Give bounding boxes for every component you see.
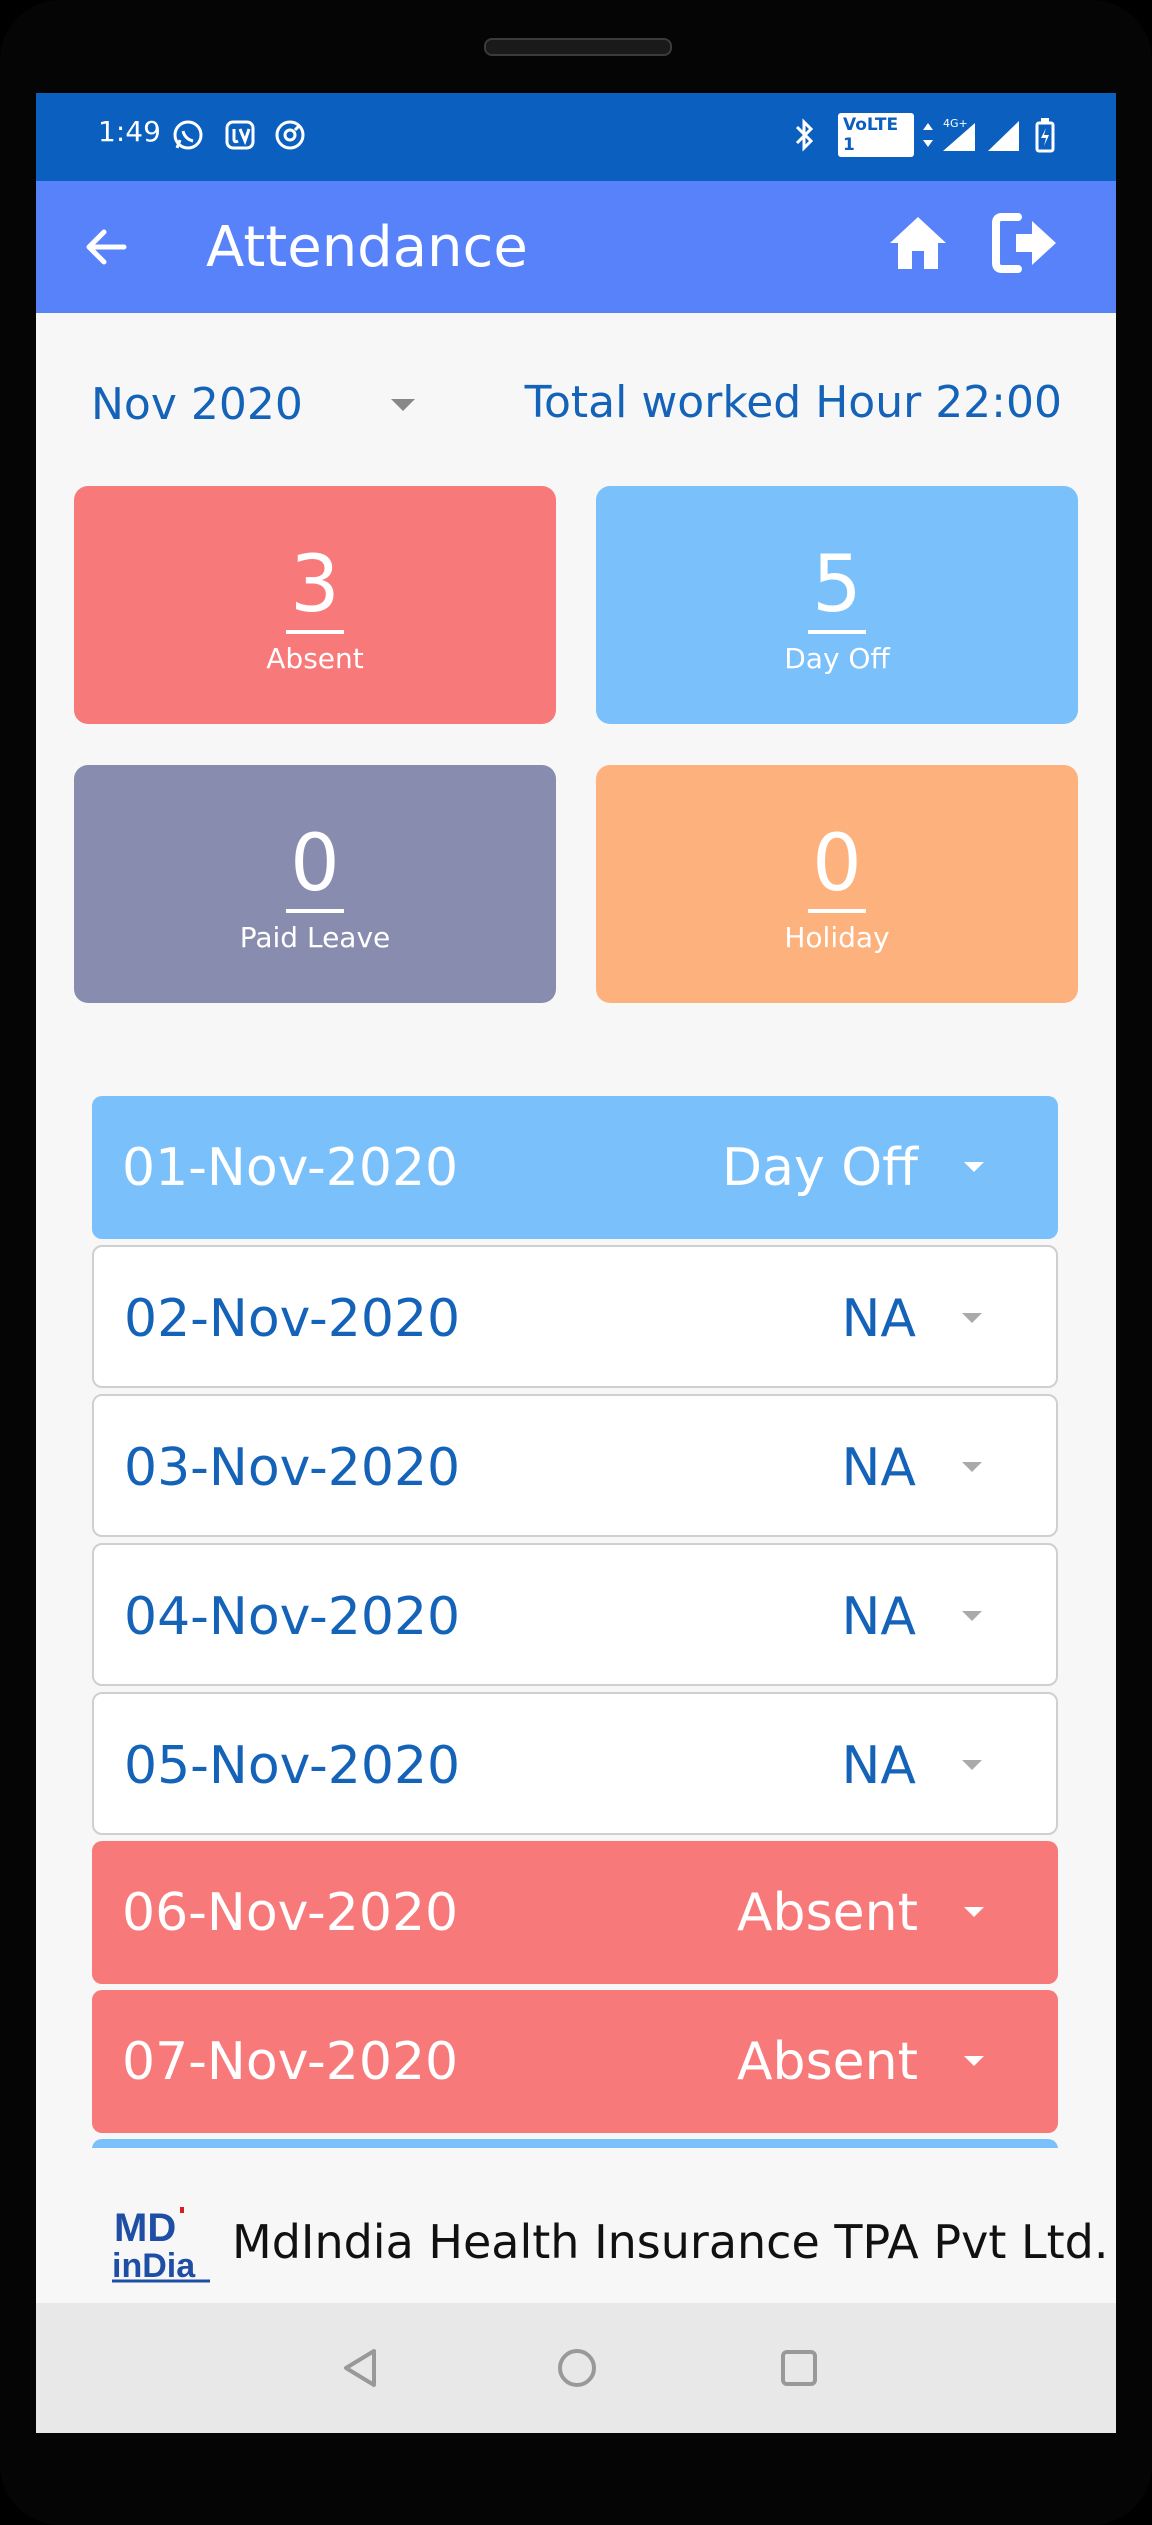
- row-status: NA: [841, 1736, 916, 1796]
- row-date: 04-Nov-2020: [124, 1587, 461, 1647]
- phone-speaker: [484, 38, 672, 56]
- bluetooth-icon: [788, 117, 822, 153]
- row-date: 05-Nov-2020: [124, 1736, 461, 1796]
- back-button[interactable]: [76, 217, 136, 277]
- chevron-down-icon[interactable]: [962, 1760, 982, 1770]
- home-icon: [890, 217, 946, 269]
- logout-icon: [992, 213, 1056, 273]
- chevron-down-icon: [391, 399, 415, 411]
- attendance-row[interactable]: 07-Nov-2020 Absent: [92, 1990, 1058, 2133]
- row-status: NA: [841, 1289, 916, 1349]
- nav-home-button[interactable]: [552, 2343, 602, 2393]
- signal-4g-icon: 4G+: [938, 117, 980, 153]
- system-nav-bar: [36, 2303, 1116, 2433]
- row-date: 06-Nov-2020: [122, 1883, 459, 1943]
- volte-label: VoLTE 1: [838, 113, 914, 157]
- holiday-count: 0: [596, 819, 1078, 913]
- logout-button[interactable]: [988, 207, 1060, 279]
- holiday-card[interactable]: 0 Holiday: [596, 765, 1078, 1003]
- nav-back-button[interactable]: [336, 2343, 386, 2393]
- row-status: NA: [841, 1438, 916, 1498]
- paid-leave-card[interactable]: 0 Paid Leave: [74, 765, 556, 1003]
- footer: MD inDia MdIndia Health Insurance TPA Pv…: [36, 2183, 1116, 2303]
- total-worked-hours: Total worked Hour 22:00: [524, 377, 1062, 428]
- attendance-row[interactable]: 05-Nov-2020 NA: [92, 1692, 1058, 1835]
- arrow-left-icon: [86, 229, 127, 265]
- paid-leave-count: 0: [74, 819, 556, 913]
- signal-icon: [984, 117, 1024, 153]
- row-status: NA: [841, 1587, 916, 1647]
- day-off-label: Day Off: [784, 642, 890, 675]
- row-status: Absent: [736, 1883, 918, 1943]
- month-value: Nov 2020: [91, 379, 303, 430]
- volte-badge: VoLTE 1: [838, 113, 914, 157]
- svg-text:MD: MD: [114, 2206, 176, 2250]
- app-bar: Attendance: [36, 181, 1116, 313]
- triangle-back-icon: [344, 2349, 376, 2387]
- chevron-down-icon[interactable]: [964, 1162, 984, 1172]
- chevron-down-icon[interactable]: [964, 2056, 984, 2066]
- paid-leave-label: Paid Leave: [239, 921, 391, 954]
- absent-card[interactable]: 3 Absent: [74, 486, 556, 724]
- chevron-down-icon[interactable]: [964, 1907, 984, 1917]
- attendance-row[interactable]: 06-Nov-2020 Absent: [92, 1841, 1058, 1984]
- attendance-row[interactable]: 03-Nov-2020 NA: [92, 1394, 1058, 1537]
- attendance-row[interactable]: 01-Nov-2020 Day Off: [92, 1096, 1058, 1239]
- battery-charging-icon: [1032, 117, 1058, 153]
- home-button[interactable]: [884, 209, 952, 277]
- chevron-down-icon[interactable]: [962, 1611, 982, 1621]
- month-dropdown[interactable]: Nov 2020: [91, 371, 431, 441]
- chevron-down-icon[interactable]: [962, 1313, 982, 1323]
- holiday-label: Holiday: [784, 921, 890, 954]
- saavn-icon: [222, 117, 258, 153]
- circle-home-icon: [558, 2349, 596, 2387]
- row-status: Day Off: [722, 1138, 918, 1198]
- mdindia-logo: MD inDia: [112, 2206, 210, 2283]
- phone-frame: 1:49 VoLTE 1 4G+ Attendance Nov 2020 Tot…: [0, 0, 1152, 2525]
- data-arrows-icon: [920, 117, 936, 153]
- row-status: Absent: [736, 2032, 918, 2092]
- chevron-down-icon[interactable]: [962, 1462, 982, 1472]
- attendance-row-partial: [92, 2139, 1058, 2148]
- status-time: 1:49: [98, 115, 161, 148]
- day-off-count: 5: [596, 540, 1078, 634]
- absent-count: 3: [74, 540, 556, 634]
- day-off-card[interactable]: 5 Day Off: [596, 486, 1078, 724]
- attendance-list: 01-Nov-2020 Day Off 02-Nov-2020 NA 03-No…: [92, 1096, 1060, 2148]
- square-recents-icon: [781, 2350, 817, 2386]
- page-title: Attendance: [206, 215, 528, 280]
- attendance-row[interactable]: 02-Nov-2020 NA: [92, 1245, 1058, 1388]
- app-screen: 1:49 VoLTE 1 4G+ Attendance Nov 2020 Tot…: [36, 93, 1116, 2433]
- status-bar: 1:49 VoLTE 1 4G+: [36, 93, 1116, 181]
- company-name: MdIndia Health Insurance TPA Pvt Ltd.: [232, 2215, 1109, 2269]
- network-type: 4G+: [943, 117, 968, 130]
- row-date: 01-Nov-2020: [122, 1138, 459, 1198]
- svg-text:inDia: inDia: [112, 2247, 196, 2283]
- sync-app-icon: [272, 117, 308, 153]
- row-date: 07-Nov-2020: [122, 2032, 459, 2092]
- nav-recents-button[interactable]: [774, 2343, 824, 2393]
- attendance-row[interactable]: 04-Nov-2020 NA: [92, 1543, 1058, 1686]
- absent-label: Absent: [266, 642, 364, 675]
- whatsapp-icon: [170, 117, 206, 153]
- row-date: 03-Nov-2020: [124, 1438, 461, 1498]
- row-date: 02-Nov-2020: [124, 1289, 461, 1349]
